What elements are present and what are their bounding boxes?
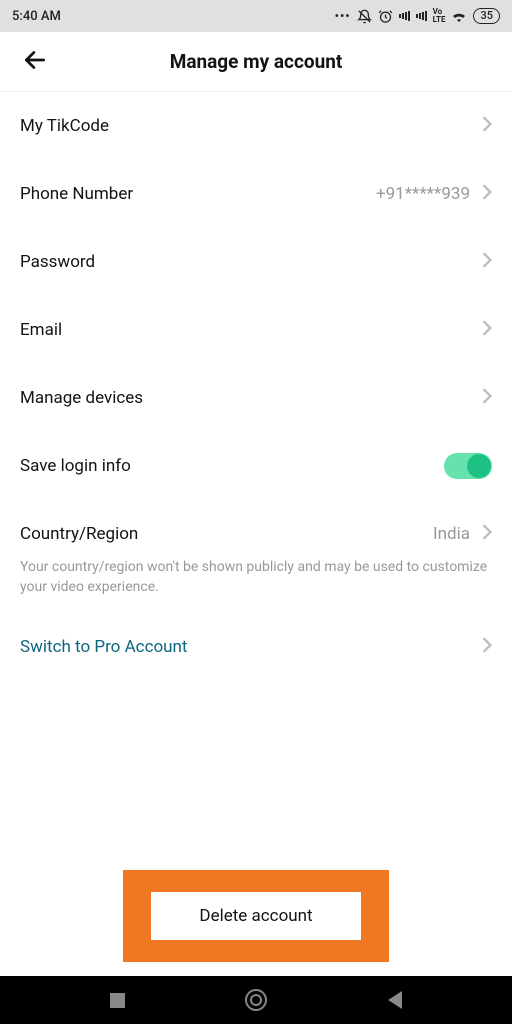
delete-highlight-box: Delete account: [123, 870, 388, 962]
delete-account-button[interactable]: Delete account: [151, 892, 360, 940]
chevron-right-icon: [482, 524, 492, 544]
phone-value: +91*****939: [376, 184, 470, 204]
status-bar: 5:40 AM ••• VoLTE 35: [0, 0, 512, 32]
tikcode-label: My TikCode: [20, 116, 482, 136]
android-nav-bar: [0, 976, 512, 1024]
page-title: Manage my account: [20, 50, 492, 73]
status-time: 5:40 AM: [12, 9, 61, 24]
country-helper-text: Your country/region won't be shown publi…: [0, 558, 512, 613]
content: My TikCode Phone Number +91*****939 Pass…: [0, 92, 512, 681]
signal-icon-2: [416, 11, 427, 21]
country-label: Country/Region: [20, 524, 433, 544]
row-email[interactable]: Email: [0, 296, 512, 364]
signal-icon: [399, 11, 410, 21]
email-label: Email: [20, 320, 482, 340]
country-value: India: [433, 524, 470, 544]
row-phone[interactable]: Phone Number +91*****939: [0, 160, 512, 228]
save-login-toggle[interactable]: [444, 453, 492, 479]
chevron-right-icon: [482, 637, 492, 657]
alarm-clock-icon: [378, 9, 393, 24]
row-manage-devices[interactable]: Manage devices: [0, 364, 512, 432]
toggle-knob: [467, 454, 491, 478]
chevron-right-icon: [482, 320, 492, 340]
home-button[interactable]: [245, 989, 267, 1011]
recents-button[interactable]: [110, 993, 125, 1008]
row-password[interactable]: Password: [0, 228, 512, 296]
row-save-login: Save login info: [0, 432, 512, 500]
volte-icon: VoLTE: [433, 8, 446, 24]
chevron-right-icon: [482, 252, 492, 272]
row-tikcode[interactable]: My TikCode: [0, 92, 512, 160]
back-button[interactable]: [22, 47, 48, 77]
alarm-mute-icon: [357, 9, 372, 24]
chevron-right-icon: [482, 116, 492, 136]
row-switch-pro[interactable]: Switch to Pro Account: [0, 613, 512, 681]
switch-pro-label: Switch to Pro Account: [20, 637, 482, 657]
header: Manage my account: [0, 32, 512, 92]
back-nav-button[interactable]: [388, 991, 402, 1009]
wifi-icon: [451, 10, 467, 22]
password-label: Password: [20, 252, 482, 272]
chevron-right-icon: [482, 184, 492, 204]
manage-devices-label: Manage devices: [20, 388, 482, 408]
chevron-right-icon: [482, 388, 492, 408]
save-login-label: Save login info: [20, 456, 444, 476]
status-icons: ••• VoLTE 35: [335, 8, 500, 24]
phone-label: Phone Number: [20, 184, 376, 204]
battery-icon: 35: [473, 8, 500, 24]
more-dots-icon: •••: [335, 9, 351, 23]
delete-section: Delete account: [0, 870, 512, 962]
